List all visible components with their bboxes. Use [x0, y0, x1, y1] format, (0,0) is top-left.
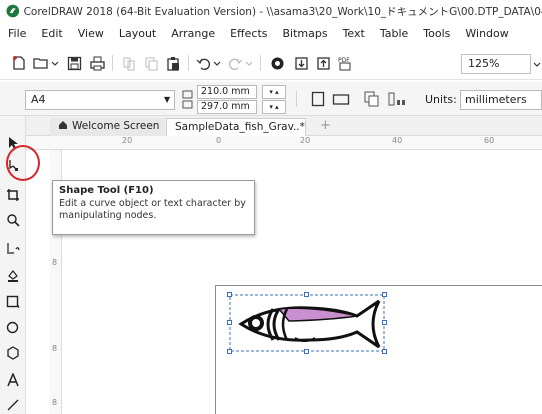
tooltip: Shape Tool (F10) Edit a curve object or … [52, 180, 255, 235]
property-bar: A4 ▼ 210.0 mm 297.0 mm ▾ ▴ ▾ ▴ Units: mi… [0, 82, 542, 116]
freehand-tool-icon[interactable] [4, 239, 22, 257]
print-icon[interactable] [88, 53, 106, 73]
menu-table[interactable]: Table [380, 27, 408, 40]
chevron-down-icon[interactable] [244, 53, 254, 73]
menu-bar: File Edit View Layout Arrange Effects Bi… [0, 22, 542, 44]
selection-handle[interactable] [227, 320, 232, 325]
chevron-down-icon[interactable] [533, 58, 541, 71]
paste-icon[interactable] [164, 53, 182, 73]
selection-handle[interactable] [304, 292, 309, 297]
standard-toolbar: PDF 125% [0, 46, 542, 80]
tooltip-title: Shape Tool (F10) [59, 185, 154, 196]
new-document-icon[interactable] [10, 53, 28, 73]
menu-edit[interactable]: Edit [41, 27, 62, 40]
tab-welcome-screen[interactable]: Welcome Screen [50, 118, 165, 136]
all-pages-icon[interactable] [362, 89, 382, 109]
horizontal-ruler[interactable]: 20 0 20 40 60 [26, 136, 542, 150]
home-icon [59, 121, 67, 129]
cut-icon[interactable] [120, 53, 138, 73]
tab-document[interactable]: SampleData_fish_Grav..* [166, 118, 306, 136]
portrait-orientation-icon[interactable] [308, 89, 328, 109]
coreldraw-logo-icon [6, 4, 20, 18]
selection-handle[interactable] [304, 349, 309, 354]
menu-bitmaps[interactable]: Bitmaps [282, 27, 327, 40]
polygon-tool-icon[interactable] [4, 344, 22, 362]
import-icon[interactable] [292, 53, 310, 73]
search-content-icon[interactable] [268, 53, 286, 73]
page-width-field[interactable]: 210.0 mm [197, 85, 257, 99]
selection-handle[interactable] [227, 292, 232, 297]
text-tool-icon[interactable] [4, 371, 22, 389]
width-spinner[interactable]: ▾ ▴ [262, 85, 286, 99]
page-size-dropdown[interactable]: A4 [25, 90, 175, 110]
dropdown-arrow-icon[interactable]: ▼ [164, 90, 170, 110]
tab-welcome-label: Welcome Screen [72, 120, 160, 132]
ruler-tick-label: 60 [484, 136, 495, 145]
menu-view[interactable]: View [78, 27, 104, 40]
copy-icon[interactable] [142, 53, 160, 73]
undo-icon[interactable] [194, 53, 212, 73]
ruler-tick-label: 40 [392, 136, 403, 145]
export-icon[interactable] [314, 53, 332, 73]
crop-tool-icon[interactable] [4, 186, 22, 204]
document-tab-strip: Welcome Screen SampleData_fish_Grav..* + [0, 116, 542, 136]
page-dimensions-icon [181, 90, 195, 110]
menu-tools[interactable]: Tools [423, 27, 450, 40]
tab-document-label: SampleData_fish_Grav..* [175, 121, 305, 133]
publish-pdf-icon[interactable]: PDF [336, 53, 356, 73]
chevron-down-icon[interactable] [50, 53, 60, 73]
line-tool-icon[interactable] [4, 395, 22, 413]
add-tab-button[interactable]: + [312, 118, 331, 136]
zoom-level-field[interactable]: 125% [461, 54, 531, 74]
highlight-circle [6, 145, 40, 181]
selection-handle[interactable] [382, 349, 387, 354]
rectangle-tool-icon[interactable] [4, 293, 22, 311]
save-icon[interactable] [65, 53, 83, 73]
selection-handle[interactable] [382, 292, 387, 297]
landscape-orientation-icon[interactable] [330, 89, 352, 109]
units-label: Units: [425, 93, 457, 106]
ruler-tick-label: 8 [52, 398, 58, 407]
fish-drawing[interactable] [227, 292, 387, 354]
open-folder-icon[interactable] [32, 53, 50, 73]
fish-graphic [229, 294, 385, 352]
menu-window[interactable]: Window [465, 27, 508, 40]
ellipse-tool-icon[interactable] [4, 319, 22, 337]
selection-handle[interactable] [227, 349, 232, 354]
ruler-tick-label: 20 [300, 136, 311, 145]
ruler-tick-label: 20 [122, 136, 133, 145]
menu-arrange[interactable]: Arrange [171, 27, 215, 40]
menu-file[interactable]: File [8, 27, 26, 40]
ruler-tick-label: 0 [216, 136, 222, 145]
window-title: CorelDRAW 2018 (64-Bit Evaluation Versio… [23, 5, 542, 18]
title-bar: CorelDRAW 2018 (64-Bit Evaluation Versio… [0, 0, 542, 22]
toolbar-separator [260, 55, 261, 71]
ruler-tick-label: 8 [52, 344, 58, 353]
zoom-tool-icon[interactable] [4, 211, 22, 229]
menu-layout[interactable]: Layout [119, 27, 156, 40]
redo-icon[interactable] [226, 53, 244, 73]
menu-text[interactable]: Text [343, 27, 365, 40]
selection-handle[interactable] [382, 320, 387, 325]
tooltip-body: Edit a curve object or text character by… [59, 198, 246, 221]
toolbar-separator [188, 55, 189, 71]
page-height-field[interactable]: 297.0 mm [197, 100, 257, 114]
height-spinner[interactable]: ▾ ▴ [262, 100, 286, 114]
smart-fill-icon[interactable] [4, 266, 22, 284]
menu-effects[interactable]: Effects [230, 27, 267, 40]
toolbar-separator [112, 55, 113, 71]
page-border [215, 285, 216, 414]
page-border [215, 285, 542, 286]
units-dropdown[interactable]: millimeters [460, 90, 542, 110]
toolbar-separator [296, 91, 297, 107]
current-page-icon[interactable] [386, 89, 408, 109]
chevron-down-icon[interactable] [212, 53, 222, 73]
ruler-tick-label: 8 [52, 258, 58, 267]
